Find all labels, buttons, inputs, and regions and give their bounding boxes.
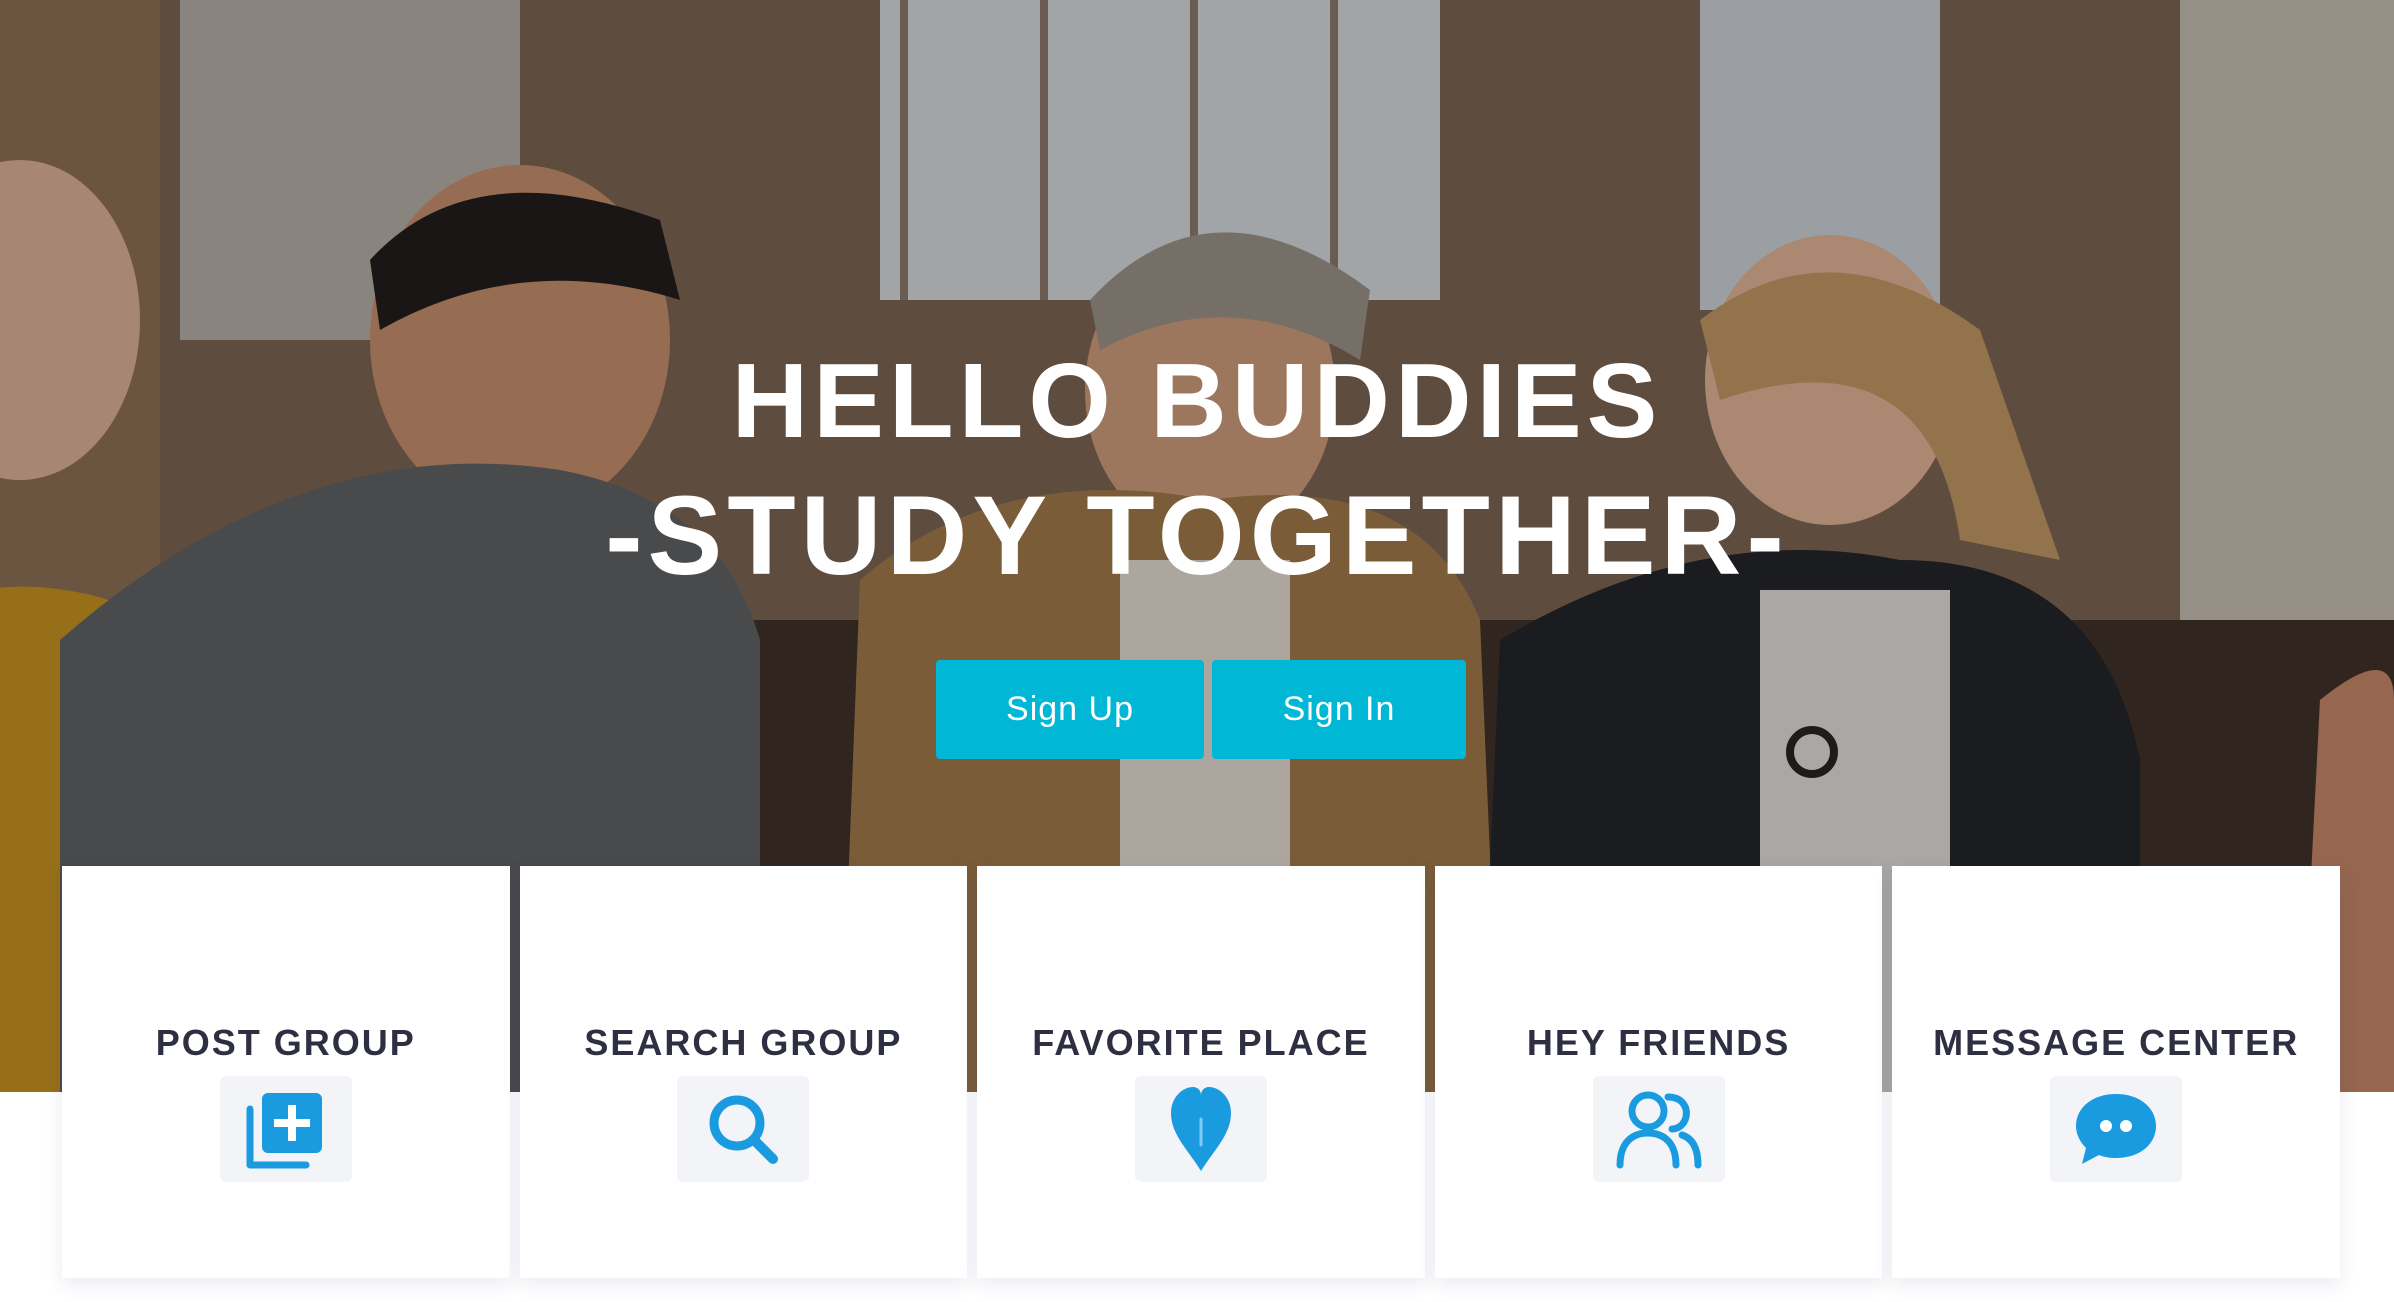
landing-page: HELLO BUDDIES -STUDY TOGETHER- Sign Up S…: [0, 0, 2394, 1302]
feature-cards: POST GROUP SEARCH GROUP FAVORITE PLACE H…: [62, 866, 2340, 1278]
feature-card-post-group[interactable]: POST GROUP: [62, 866, 510, 1278]
sign-in-button[interactable]: Sign In: [1212, 660, 1466, 759]
feature-card-search-group[interactable]: SEARCH GROUP: [519, 866, 968, 1278]
search-icon: [677, 1076, 810, 1182]
feature-card-label: HEY FRIENDS: [1526, 1022, 1791, 1063]
feature-card-hey-friends[interactable]: HEY FRIENDS: [1434, 866, 1883, 1278]
feature-card-favorite-place[interactable]: FAVORITE PLACE: [977, 866, 1425, 1278]
friends-icon: [1592, 1076, 1725, 1182]
sign-up-button[interactable]: Sign Up: [936, 660, 1204, 759]
feature-card-label: MESSAGE CENTER: [1933, 1022, 2300, 1063]
feature-card-message-center[interactable]: MESSAGE CENTER: [1892, 866, 2340, 1278]
feature-card-label: SEARCH GROUP: [584, 1022, 903, 1063]
hero-title: HELLO BUDDIES -STUDY TOGETHER-: [0, 348, 2394, 592]
feature-card-label: POST GROUP: [155, 1022, 416, 1063]
post-group-icon: [219, 1076, 352, 1182]
hero-title-line1: HELLO BUDDIES: [731, 342, 1663, 460]
feature-card-label: FAVORITE PLACE: [1032, 1022, 1370, 1063]
heart-pin-icon: [1134, 1076, 1267, 1182]
hero-title-line2: -STUDY TOGETHER-: [605, 473, 1789, 598]
chat-bubble-icon: [2050, 1076, 2183, 1182]
hero-actions: Sign Up Sign In: [936, 660, 1466, 759]
